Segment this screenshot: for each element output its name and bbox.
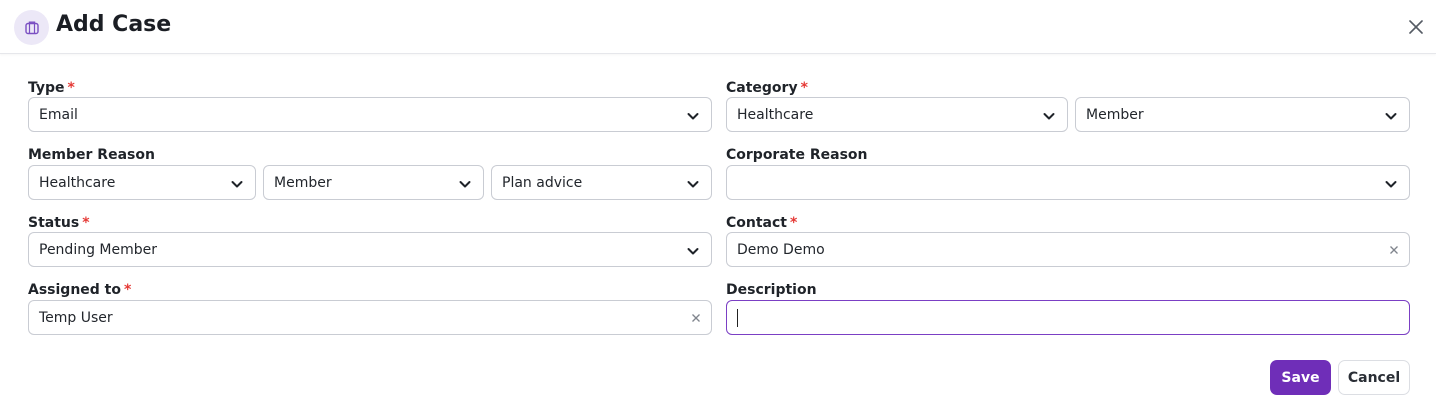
chevron-down-icon bbox=[687, 181, 699, 188]
status-select[interactable]: Pending Member bbox=[28, 232, 712, 267]
member-reason-select-1[interactable]: Healthcare bbox=[28, 165, 256, 200]
status-label: Status * bbox=[28, 215, 90, 231]
assigned-to-select[interactable]: Temp User bbox=[28, 300, 712, 335]
assigned-to-label: Assigned to * bbox=[28, 282, 132, 298]
chevron-down-icon bbox=[231, 181, 243, 188]
chevron-down-icon bbox=[687, 113, 699, 120]
description-label: Description bbox=[726, 282, 817, 298]
subcategory-value: Member bbox=[1086, 107, 1144, 123]
save-button[interactable]: Save bbox=[1270, 360, 1331, 395]
type-select[interactable]: Email bbox=[28, 97, 712, 132]
chevron-down-icon bbox=[1385, 181, 1397, 188]
contact-select[interactable]: Demo Demo bbox=[726, 232, 1410, 267]
close-icon[interactable] bbox=[1404, 15, 1428, 39]
member-reason-select-2[interactable]: Member bbox=[263, 165, 484, 200]
modal-header: Add Case bbox=[0, 0, 1436, 54]
cancel-button[interactable]: Cancel bbox=[1338, 360, 1410, 395]
type-value: Email bbox=[39, 107, 78, 123]
chevron-down-icon bbox=[1043, 113, 1055, 120]
contact-value: Demo Demo bbox=[737, 242, 825, 258]
member-reason-select-3[interactable]: Plan advice bbox=[491, 165, 712, 200]
description-input[interactable] bbox=[726, 300, 1410, 335]
chevron-down-icon bbox=[1385, 113, 1397, 120]
member-reason-label: Member Reason bbox=[28, 147, 155, 163]
text-caret bbox=[737, 309, 738, 327]
member-reason-value-3: Plan advice bbox=[502, 175, 583, 191]
chevron-down-icon bbox=[687, 248, 699, 255]
category-value: Healthcare bbox=[737, 107, 814, 123]
subcategory-select[interactable]: Member bbox=[1075, 97, 1410, 132]
assigned-to-value: Temp User bbox=[39, 310, 113, 326]
corporate-reason-select[interactable] bbox=[726, 165, 1410, 200]
briefcase-icon bbox=[14, 10, 49, 45]
status-value: Pending Member bbox=[39, 242, 158, 258]
corporate-reason-label: Corporate Reason bbox=[726, 147, 868, 163]
category-select[interactable]: Healthcare bbox=[726, 97, 1068, 132]
clear-icon[interactable] bbox=[1388, 244, 1400, 256]
member-reason-value-1: Healthcare bbox=[39, 175, 116, 191]
modal-title: Add Case bbox=[56, 12, 172, 37]
type-label: Type * bbox=[28, 80, 75, 96]
chevron-down-icon bbox=[459, 181, 471, 188]
contact-label: Contact * bbox=[726, 215, 798, 231]
clear-icon[interactable] bbox=[690, 312, 702, 324]
member-reason-value-2: Member bbox=[274, 175, 332, 191]
category-label: Category * bbox=[726, 80, 808, 96]
